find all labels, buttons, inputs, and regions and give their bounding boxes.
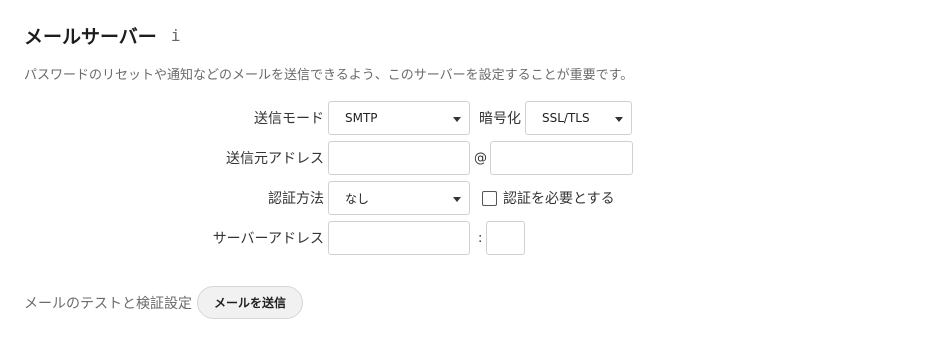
from-address-domain-input[interactable] (490, 141, 633, 175)
send-email-button[interactable]: メールを送信 (197, 286, 304, 319)
test-label: メールのテストと検証設定 (24, 295, 192, 312)
server-host-input[interactable] (328, 221, 470, 255)
from-address-row: 送信元アドレス @ (0, 141, 633, 175)
title-row: メールサーバー i (24, 22, 180, 49)
email-server-section: メールサーバー i パスワードのリセットや通知などのメールを送信できるよう、この… (0, 0, 925, 347)
test-row: メールのテストと検証設定 メールを送信 (24, 286, 304, 319)
send-mode-label: 送信モード (254, 111, 324, 127)
auth-required-checkbox[interactable] (482, 190, 497, 206)
section-description: パスワードのリセットや通知などのメールを送信できるよう、このサーバーを設定するこ… (24, 68, 634, 83)
auth-method-row: 認証方法 なし 認証を必要とする (0, 181, 615, 215)
chevron-down-icon (453, 197, 461, 202)
auth-method-label: 認証方法 (268, 191, 324, 207)
encryption-select[interactable]: SSL/TLS (525, 101, 632, 135)
encryption-value: SSL/TLS (542, 111, 590, 125)
server-address-row: サーバーアドレス : (0, 221, 525, 255)
chevron-down-icon (453, 117, 461, 122)
port-separator: : (478, 230, 483, 246)
at-sign: @ (474, 150, 487, 166)
auth-required-label: 認証を必要とする (503, 191, 615, 207)
chevron-down-icon (615, 117, 623, 122)
server-port-input[interactable] (486, 221, 525, 255)
server-address-label: サーバーアドレス (212, 231, 324, 247)
send-mode-row: 送信モード SMTP 暗号化 SSL/TLS (0, 101, 632, 135)
section-title: メールサーバー (24, 26, 157, 48)
send-mode-select[interactable]: SMTP (328, 101, 470, 135)
encryption-label: 暗号化 (479, 111, 521, 127)
info-icon[interactable]: i (171, 27, 181, 44)
send-mode-value: SMTP (345, 111, 378, 125)
from-address-local-input[interactable] (328, 141, 470, 175)
auth-method-value: なし (345, 191, 370, 206)
auth-method-select[interactable]: なし (328, 181, 470, 215)
from-address-label: 送信元アドレス (226, 151, 324, 167)
